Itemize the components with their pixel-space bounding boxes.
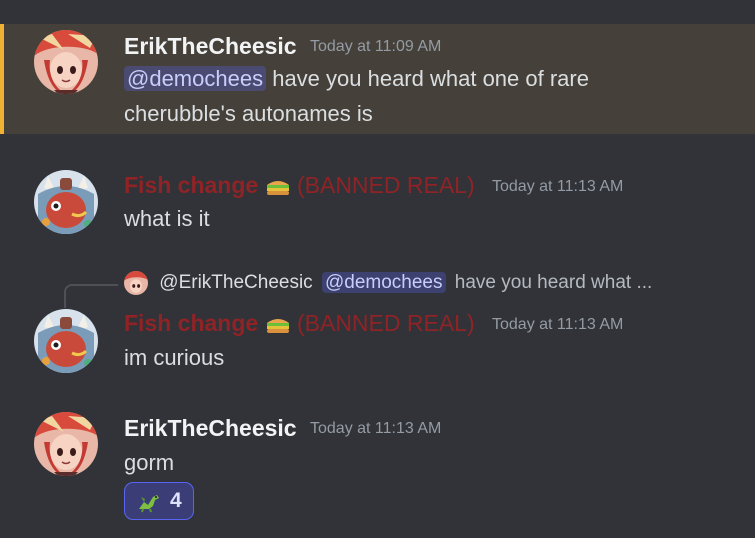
message-author[interactable]: Fish change (BANNED REAL): [124, 310, 475, 337]
message-content: im curious: [124, 345, 225, 370]
message-content-line2: cherubble's autonames is: [124, 101, 373, 126]
reaction-count: 4: [170, 489, 182, 512]
message-content: what is it: [124, 206, 210, 231]
message-content: @demochees have you heard what one of ra…: [124, 62, 589, 96]
chat-log: ErikTheCheesic Today at 11:09 AM @democh…: [0, 0, 755, 538]
message-timestamp: Today at 11:13 AM: [492, 316, 624, 333]
reply-mention[interactable]: @demochees: [321, 272, 446, 294]
dinosaur-icon: [139, 495, 159, 513]
message-author[interactable]: Fish change (BANNED REAL): [124, 172, 475, 199]
sandwich-icon: [266, 318, 289, 333]
author-name[interactable]: Fish change: [124, 310, 258, 336]
reply-author[interactable]: @ErikTheCheesic: [159, 272, 312, 293]
message-timestamp: Today at 11:13 AM: [310, 420, 442, 437]
message-author[interactable]: ErikTheCheesic: [124, 33, 297, 60]
author-suffix: (BANNED REAL): [296, 172, 475, 198]
erik-avatar[interactable]: [34, 30, 98, 94]
message-content: gorm: [124, 450, 175, 475]
message-timestamp: Today at 11:13 AM: [492, 178, 624, 195]
author-suffix: (BANNED REAL): [296, 310, 475, 336]
message-timestamp: Today at 11:09 AM: [310, 38, 442, 55]
message-author[interactable]: ErikTheCheesic: [124, 415, 297, 442]
message-text: have you heard what one of rare: [272, 66, 589, 91]
author-name[interactable]: Fish change: [124, 172, 258, 198]
fish-avatar[interactable]: [34, 170, 98, 234]
reply-text: have you heard what ...: [454, 272, 653, 294]
fish-avatar[interactable]: [34, 309, 98, 373]
sandwich-icon: [266, 180, 289, 195]
reaction-button[interactable]: 4: [124, 482, 194, 520]
user-mention[interactable]: @demochees: [124, 66, 267, 91]
reply-avatar: [124, 271, 148, 295]
reply-connector: [64, 284, 118, 308]
reply-preview[interactable]: @ErikTheCheesic @demochees have you hear…: [124, 271, 652, 299]
erik-avatar[interactable]: [34, 412, 98, 476]
